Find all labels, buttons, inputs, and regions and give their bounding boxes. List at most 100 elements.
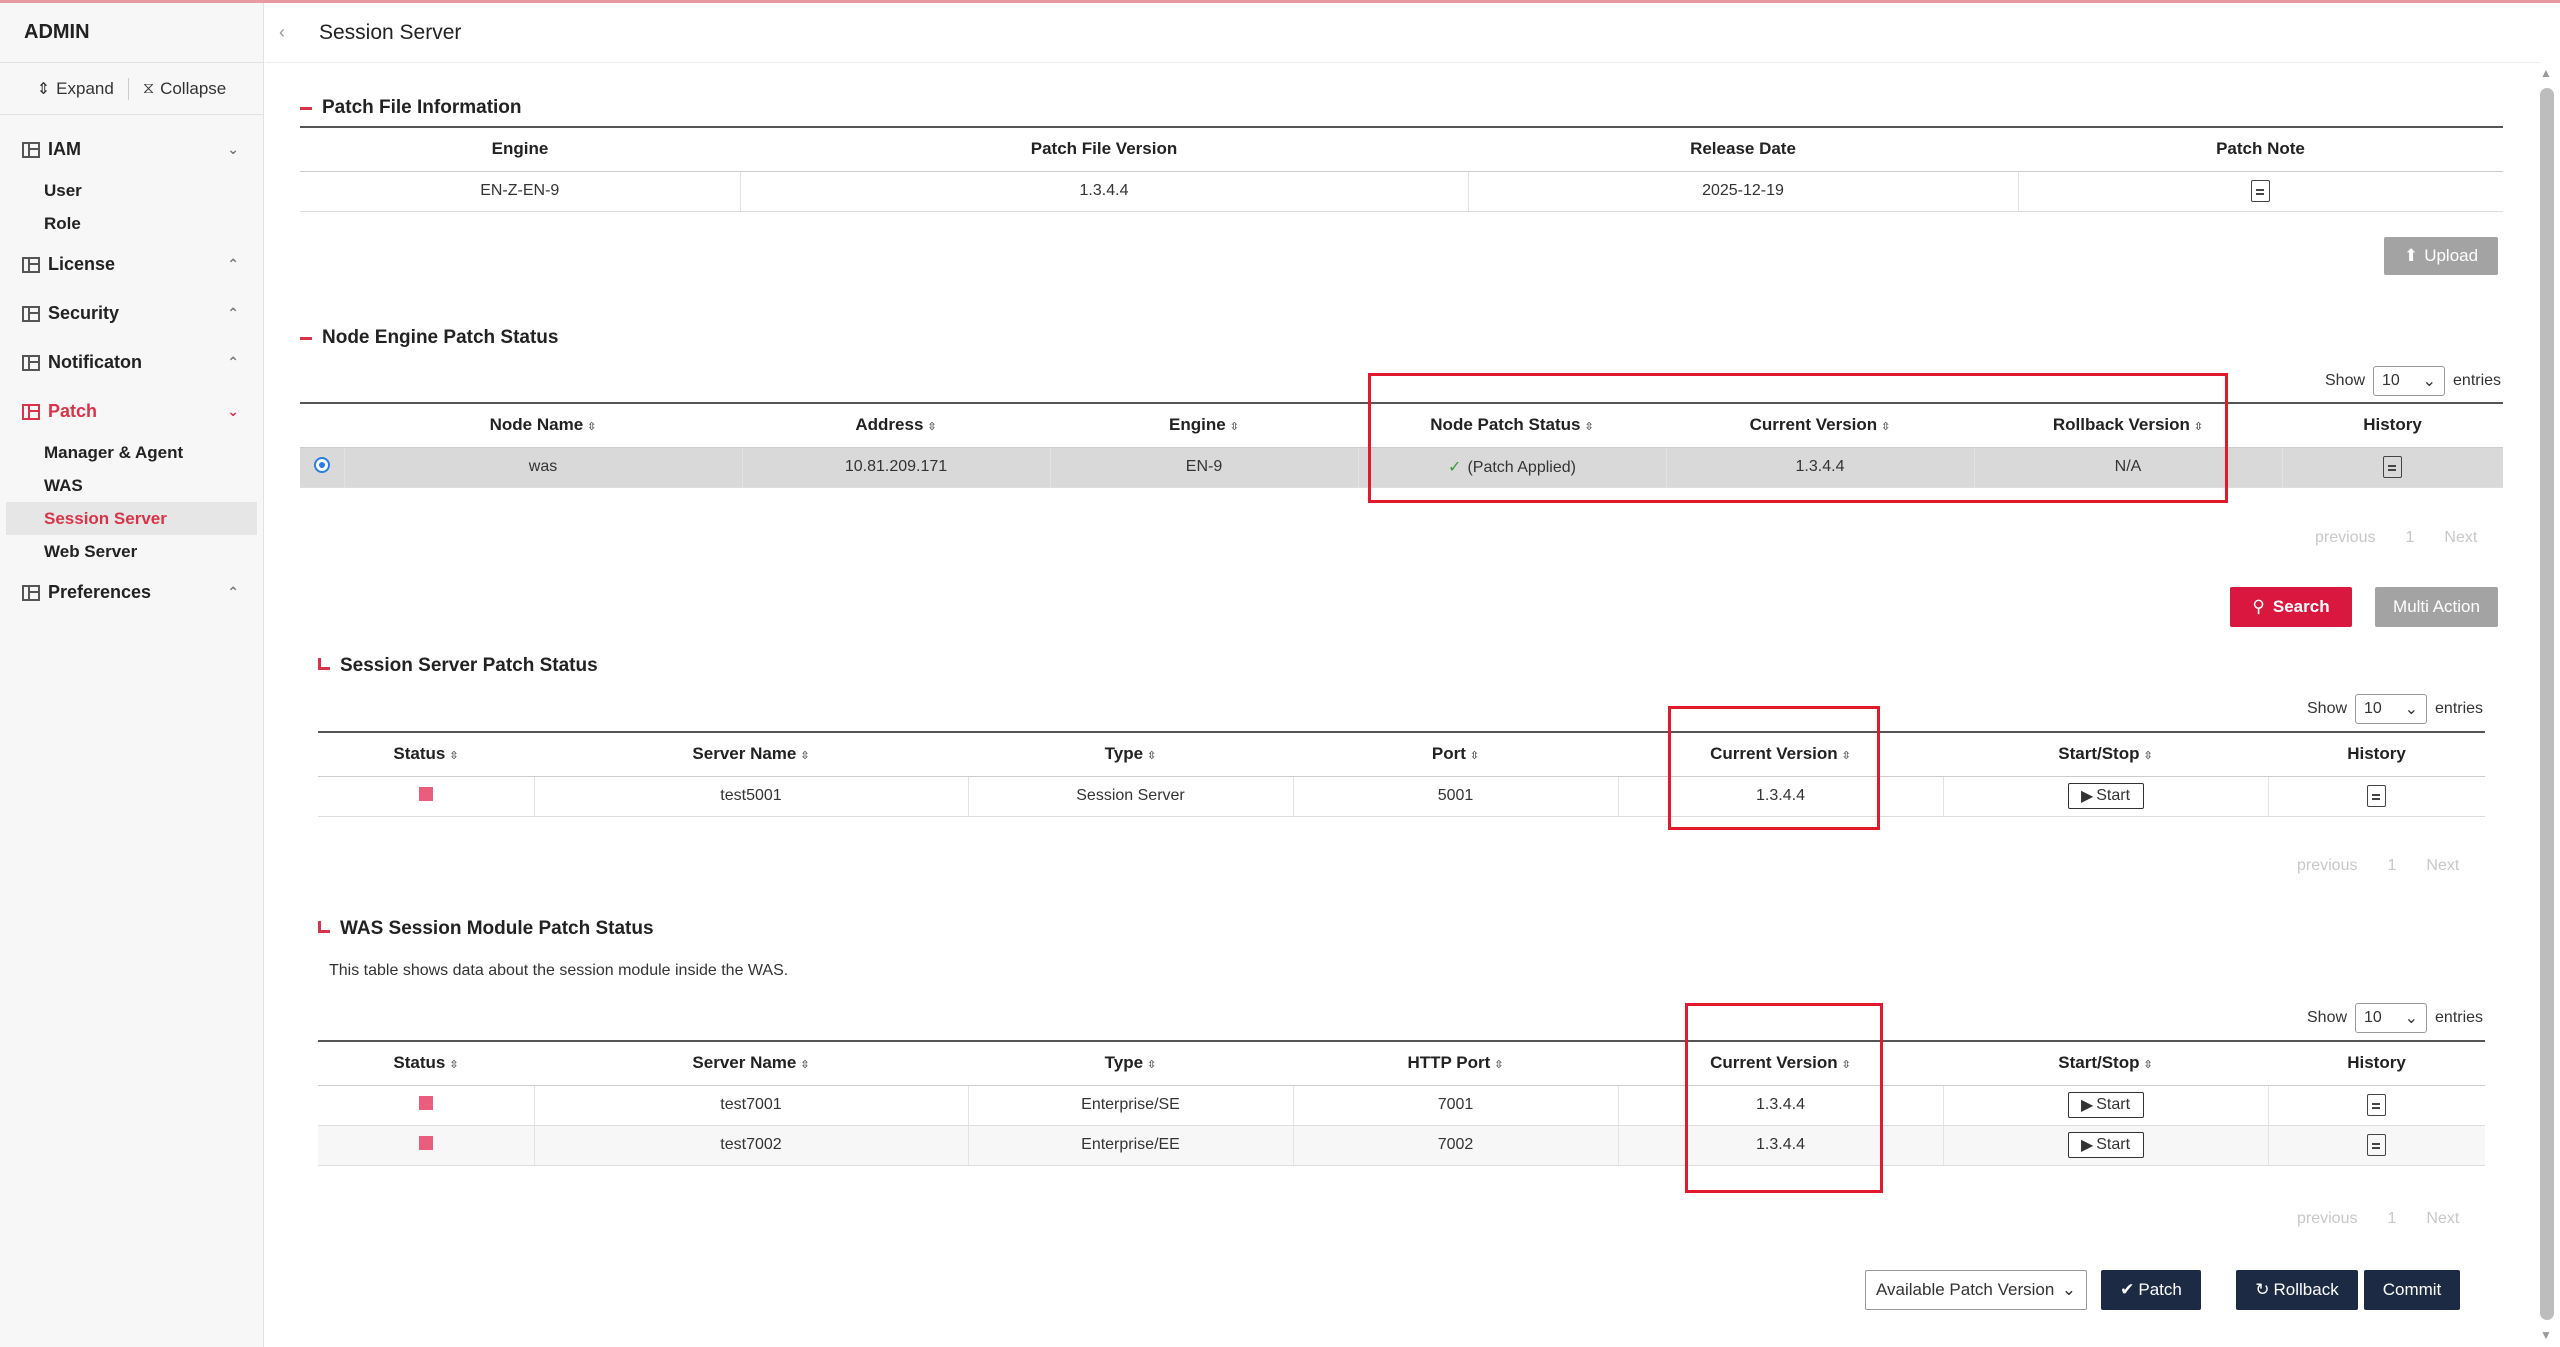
sidebar: ADMIN ⇕ Expand ⧖ Collapse IAM ⌄ User Rol… (0, 3, 264, 1347)
sort-icon: ⇳ (1147, 1059, 1157, 1072)
sort-icon: ⇳ (800, 1059, 810, 1072)
document-icon[interactable] (2367, 785, 2387, 807)
pager-page[interactable]: 1 (2387, 857, 2396, 875)
row-radio[interactable] (313, 456, 330, 473)
column-label: Start/Stop (2058, 1053, 2140, 1073)
column-header[interactable]: Server Name ⇳ (534, 1040, 968, 1086)
pager-next[interactable]: Next (2444, 529, 2477, 547)
table-icon (22, 305, 40, 322)
pager-previous[interactable]: previous (2297, 857, 2357, 875)
column-header[interactable]: Patch File Version (740, 126, 1468, 172)
chevron-left-icon[interactable]: ‹ (279, 22, 305, 43)
column-header[interactable]: Address ⇳ (742, 402, 1050, 448)
sidebar-item-user[interactable]: User (0, 174, 263, 207)
sort-icon: ⇳ (1147, 750, 1157, 763)
start-button[interactable]: ▶ Start (2067, 1092, 2144, 1118)
entries-select[interactable]: 10 ⌄ (2355, 1003, 2428, 1033)
chevron-up-icon: ⌃ (227, 354, 239, 370)
document-icon[interactable] (2383, 456, 2403, 478)
column-header[interactable]: Status ⇳ (318, 731, 534, 777)
pager-next[interactable]: Next (2426, 1210, 2459, 1228)
column-header[interactable]: Patch Note (2018, 126, 2503, 172)
search-button[interactable]: ⚲ Search (2230, 587, 2352, 627)
play-icon: ▶ (2080, 1097, 2094, 1114)
commit-button[interactable]: Commit (2364, 1270, 2460, 1310)
sidebar-group-security[interactable]: Security ⌃ (0, 289, 263, 338)
sidebar-group-preferences[interactable]: Preferences ⌃ (0, 568, 263, 617)
column-header[interactable]: Server Name ⇳ (534, 731, 968, 777)
column-header[interactable]: Type ⇳ (968, 1040, 1293, 1086)
cell-select[interactable] (300, 447, 345, 488)
document-icon[interactable] (2251, 180, 2271, 202)
expand-button[interactable]: ⇕ Expand (37, 79, 114, 99)
column-header[interactable]: Engine ⇳ (1050, 402, 1358, 448)
column-header[interactable]: Node Name ⇳ (344, 402, 742, 448)
column-header[interactable]: Start/Stop ⇳ (1943, 731, 2268, 777)
sort-icon: ⇳ (2143, 750, 2153, 763)
column-label: Type (1104, 744, 1144, 764)
scroll-down-icon[interactable]: ▼ (2540, 1328, 2552, 1342)
pager-page[interactable]: 1 (2387, 1210, 2396, 1228)
patch-button[interactable]: ✔ Patch (2101, 1270, 2201, 1310)
rollback-icon: ↻ (2255, 1280, 2270, 1299)
document-icon[interactable] (2367, 1094, 2387, 1116)
sidebar-item-session-server[interactable]: Session Server (6, 502, 257, 535)
column-header[interactable]: Engine (300, 126, 740, 172)
document-icon[interactable] (2367, 1134, 2387, 1156)
pager-previous[interactable]: previous (2315, 529, 2375, 547)
table-icon (22, 584, 40, 601)
entries-label: entries (2435, 700, 2484, 717)
column-header[interactable]: Release Date (1468, 126, 2018, 172)
pager-next[interactable]: Next (2426, 857, 2459, 875)
entries-value: 10 (2382, 372, 2400, 389)
cell-type: Enterprise/EE (968, 1125, 1294, 1166)
section-marker (300, 336, 312, 340)
sidebar-item-web-server[interactable]: Web Server (0, 535, 263, 568)
column-header[interactable]: Type ⇳ (968, 731, 1293, 777)
column-header[interactable]: Status ⇳ (318, 1040, 534, 1086)
pager-previous[interactable]: previous (2297, 1210, 2357, 1228)
column-header[interactable]: Port ⇳ (1293, 731, 1618, 777)
entries-select[interactable]: 10 ⌄ (2355, 694, 2428, 724)
sidebar-group-patch[interactable]: Patch ⌄ (0, 387, 263, 436)
column-header[interactable]: Start/Stop ⇳ (1943, 1040, 2268, 1086)
start-button[interactable]: ▶ Start (2067, 1132, 2144, 1158)
upload-label: Upload (2424, 246, 2479, 265)
sidebar-item-was[interactable]: WAS (0, 469, 263, 502)
sidebar-group-notification[interactable]: Notificaton ⌃ (0, 338, 263, 387)
sidebar-group-label: Security (48, 303, 120, 323)
entries-select[interactable]: 10 ⌄ (2373, 366, 2446, 396)
cell-status (318, 776, 535, 817)
cell-start-stop: ▶ Start (1943, 1125, 2269, 1166)
rollback-button[interactable]: ↻ Rollback (2236, 1270, 2358, 1310)
column-header: History (2268, 1040, 2485, 1086)
cell-version: 1.3.4.4 (740, 171, 1469, 212)
scrollbar[interactable] (2540, 88, 2554, 1320)
column-label: Engine (1169, 415, 1226, 435)
expand-icon: ⇕ (36, 80, 51, 98)
patch-version-select[interactable]: Available Patch Version ⌄ (1865, 1270, 2087, 1310)
upload-icon: ⬆ (2403, 246, 2419, 265)
sidebar-item-manager-agent[interactable]: Manager & Agent (0, 436, 263, 469)
highlight-box-was-version (1685, 1003, 1883, 1193)
column-header[interactable]: HTTP Port ⇳ (1293, 1040, 1618, 1086)
cell-type: Session Server (968, 776, 1294, 817)
upload-button[interactable]: ⬆ Upload (2384, 237, 2498, 275)
column-label: Start/Stop (2058, 744, 2140, 764)
scroll-up-icon[interactable]: ▲ (2540, 66, 2552, 80)
cell-status (318, 1125, 535, 1166)
entries-label: entries (2435, 1009, 2484, 1026)
collapse-button[interactable]: ⧖ Collapse (143, 79, 226, 99)
sidebar-title: ADMIN (0, 3, 263, 63)
sidebar-group-license[interactable]: License ⌃ (0, 240, 263, 289)
cell-server-name: test7001 (534, 1085, 969, 1126)
sidebar-item-role[interactable]: Role (0, 207, 263, 240)
start-button[interactable]: ▶ Start (2067, 783, 2144, 809)
column-label: Port (1431, 744, 1466, 764)
multi-action-button[interactable]: Multi Action (2375, 587, 2498, 627)
cell-history (2282, 447, 2503, 488)
sidebar-group-iam[interactable]: IAM ⌄ (0, 125, 263, 174)
cell-patch-note (2018, 171, 2503, 212)
pager-page[interactable]: 1 (2405, 529, 2414, 547)
cell-release-date: 2025-12-19 (1468, 171, 2019, 212)
